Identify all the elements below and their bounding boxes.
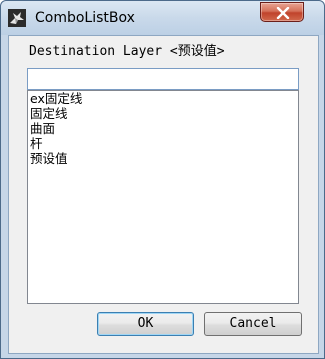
dialog-client-area: Destination Layer <预设值> ex固定线 固定线 曲面 杆 预… <box>8 35 319 354</box>
dialog-window: ComboListBox Destination Layer <预设值> ex固… <box>0 0 325 359</box>
layer-name-input[interactable] <box>27 68 299 90</box>
cancel-button[interactable]: Cancel <box>204 312 302 336</box>
layer-listbox[interactable]: ex固定线 固定线 曲面 杆 预设值 <box>27 90 299 304</box>
close-button[interactable] <box>260 2 304 22</box>
list-item[interactable]: 预设值 <box>28 151 298 166</box>
list-item[interactable]: 曲面 <box>28 121 298 136</box>
list-item[interactable]: 固定线 <box>28 106 298 121</box>
list-item[interactable]: ex固定线 <box>28 91 298 106</box>
rhino-app-icon <box>8 9 26 27</box>
destination-layer-label: Destination Layer <预设值> <box>29 44 225 59</box>
window-title: ComboListBox <box>35 10 135 26</box>
ok-button[interactable]: OK <box>97 312 194 336</box>
list-item[interactable]: 杆 <box>28 136 298 151</box>
close-icon <box>276 7 290 19</box>
title-bar[interactable]: ComboListBox <box>1 1 324 35</box>
